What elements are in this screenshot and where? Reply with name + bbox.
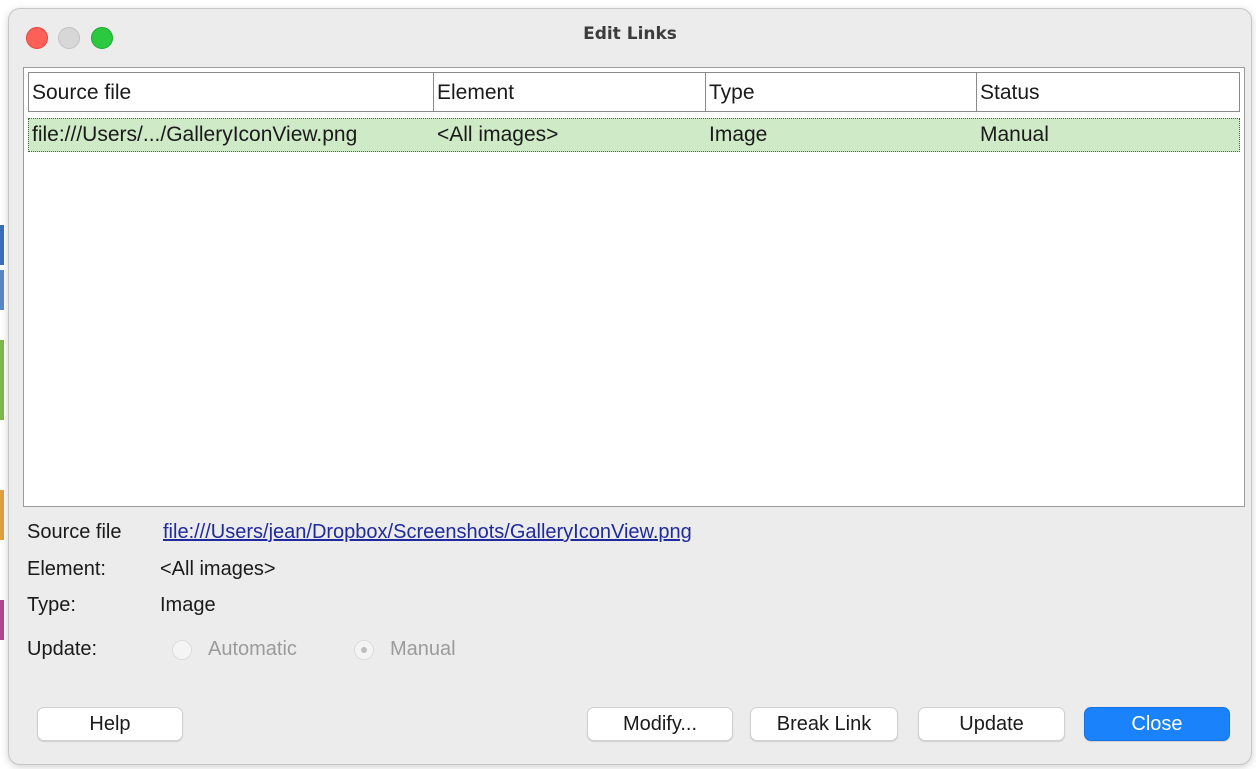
column-header-source-file[interactable]: Source file [29, 73, 434, 111]
update-automatic-label[interactable]: Automatic [208, 638, 297, 661]
close-button[interactable]: Close [1084, 707, 1230, 741]
type-label: Type: [27, 594, 76, 616]
cell-type: Image [709, 123, 768, 146]
table-header: Source file Element Type Status [28, 72, 1240, 112]
type-value: Image [160, 594, 216, 616]
column-header-element[interactable]: Element [434, 73, 706, 111]
links-table[interactable]: Source file Element Type Status file:///… [23, 67, 1245, 507]
update-button[interactable]: Update [918, 707, 1065, 741]
source-file-link[interactable]: file:///Users/jean/Dropbox/Screenshots/G… [163, 521, 692, 544]
radio-selected-dot [361, 647, 367, 653]
table-row[interactable]: file:///Users/.../GalleryIconView.png <A… [28, 118, 1240, 152]
background-window-edge [0, 270, 4, 310]
column-header-status[interactable]: Status [977, 73, 1239, 111]
title-bar: Edit Links [9, 9, 1251, 61]
edit-links-dialog: Edit Links Source file Element Type Stat… [8, 8, 1252, 765]
break-link-button[interactable]: Break Link [750, 707, 898, 741]
window-title: Edit Links [583, 24, 677, 44]
cell-source-file: file:///Users/.../GalleryIconView.png [32, 123, 358, 146]
update-automatic-radio[interactable] [172, 640, 192, 660]
element-value: <All images> [160, 558, 276, 580]
update-manual-radio[interactable] [354, 640, 374, 660]
background-window-edge [0, 225, 4, 265]
background-window-edge [0, 340, 4, 420]
modify-button[interactable]: Modify... [587, 707, 733, 741]
background-window-edge [0, 600, 4, 640]
cell-element: <All images> [437, 123, 559, 146]
update-manual-label[interactable]: Manual [390, 638, 456, 661]
element-label: Element: [27, 558, 106, 580]
background-window-edge [0, 490, 4, 540]
source-file-label: Source file [27, 521, 122, 543]
cell-status: Manual [980, 123, 1049, 146]
column-header-type[interactable]: Type [706, 73, 977, 111]
help-button[interactable]: Help [37, 707, 183, 741]
update-label: Update: [27, 638, 98, 660]
